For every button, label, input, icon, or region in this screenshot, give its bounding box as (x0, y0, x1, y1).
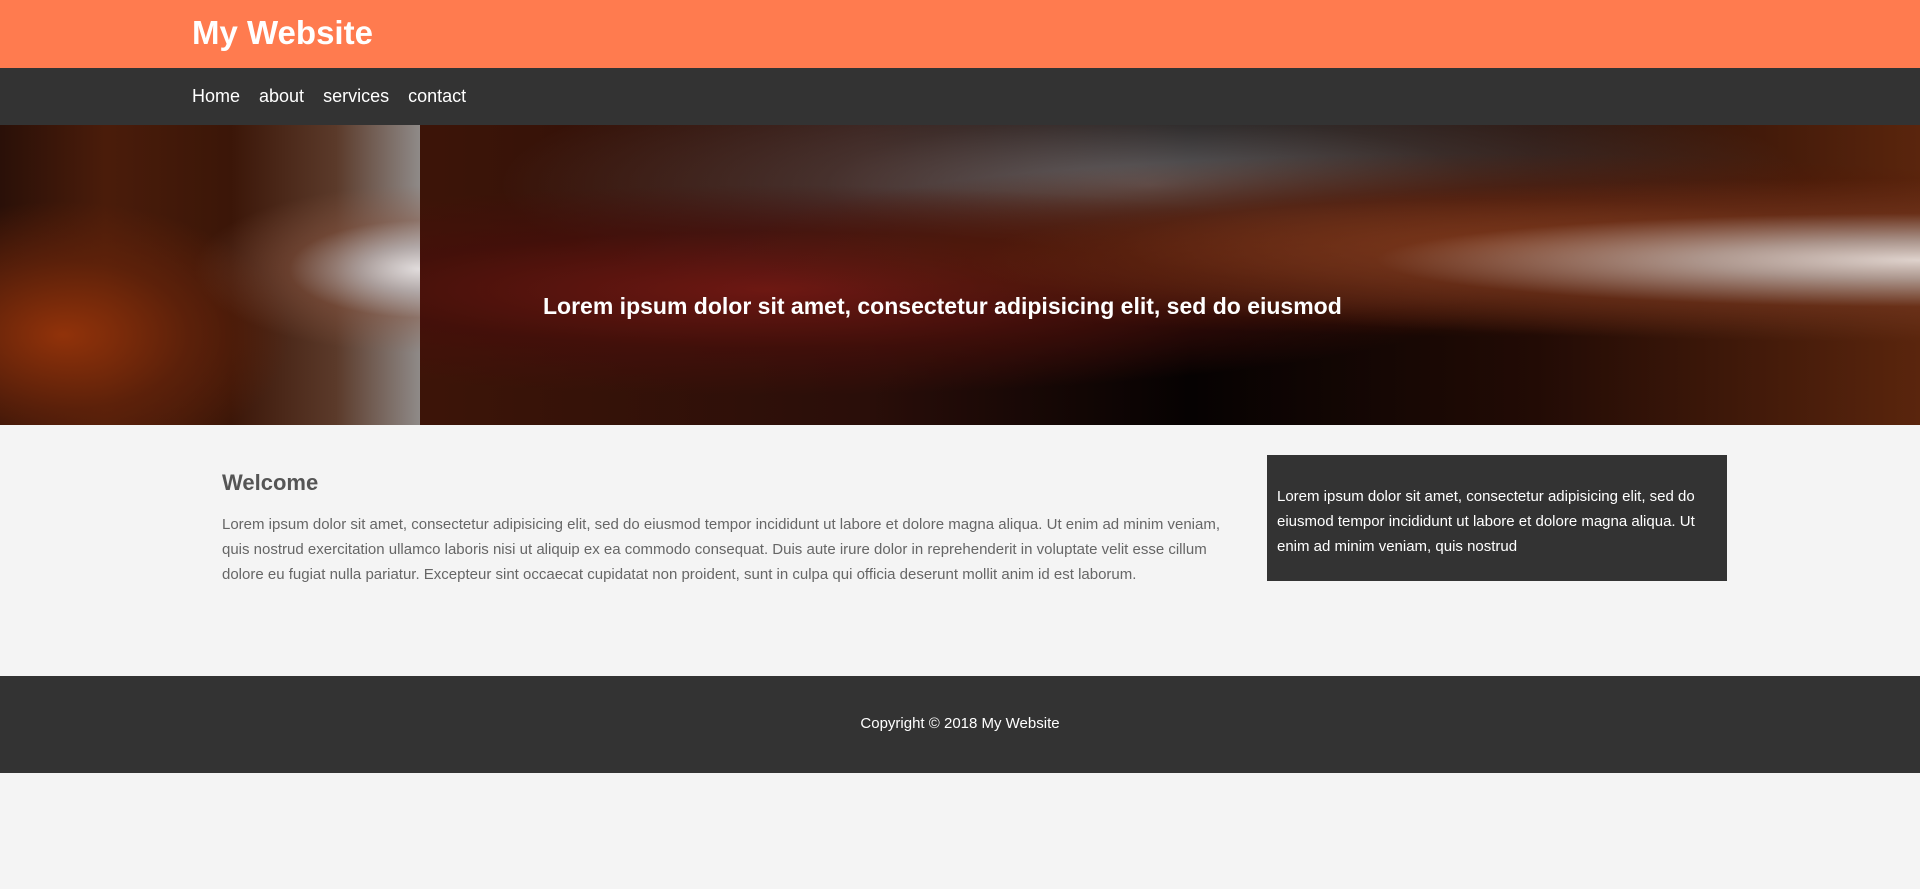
site-title[interactable]: My Website (192, 13, 373, 53)
nav-item-services[interactable]: services (323, 86, 389, 107)
copyright-text: Copyright © 2018 My Website (860, 715, 1060, 732)
main-content: Welcome Lorem ipsum dolor sit amet, cons… (222, 469, 1232, 587)
nav-item-about[interactable]: about (259, 86, 304, 107)
welcome-text: Lorem ipsum dolor sit amet, consectetur … (222, 516, 1220, 583)
sidebar-text: Lorem ipsum dolor sit amet, consectetur … (1277, 488, 1695, 555)
nav-item-contact[interactable]: contact (408, 86, 466, 107)
site-header: My Website (0, 0, 1920, 68)
main-navigation: Home about services contact (0, 68, 1920, 125)
nav-list: Home about services contact (192, 68, 485, 125)
sidebar-box: Lorem ipsum dolor sit amet, consectetur … (1267, 455, 1727, 581)
hero-title: Lorem ipsum dolor sit amet, consectetur … (543, 293, 1342, 319)
hero-image-left (0, 125, 420, 425)
page-background (0, 773, 1920, 889)
content-section: Welcome Lorem ipsum dolor sit amet, cons… (0, 425, 1920, 676)
hero-banner: Lorem ipsum dolor sit amet, consectetur … (0, 125, 1920, 425)
site-footer: Copyright © 2018 My Website (0, 676, 1920, 773)
nav-item-home[interactable]: Home (192, 86, 240, 107)
welcome-heading: Welcome (222, 470, 319, 495)
